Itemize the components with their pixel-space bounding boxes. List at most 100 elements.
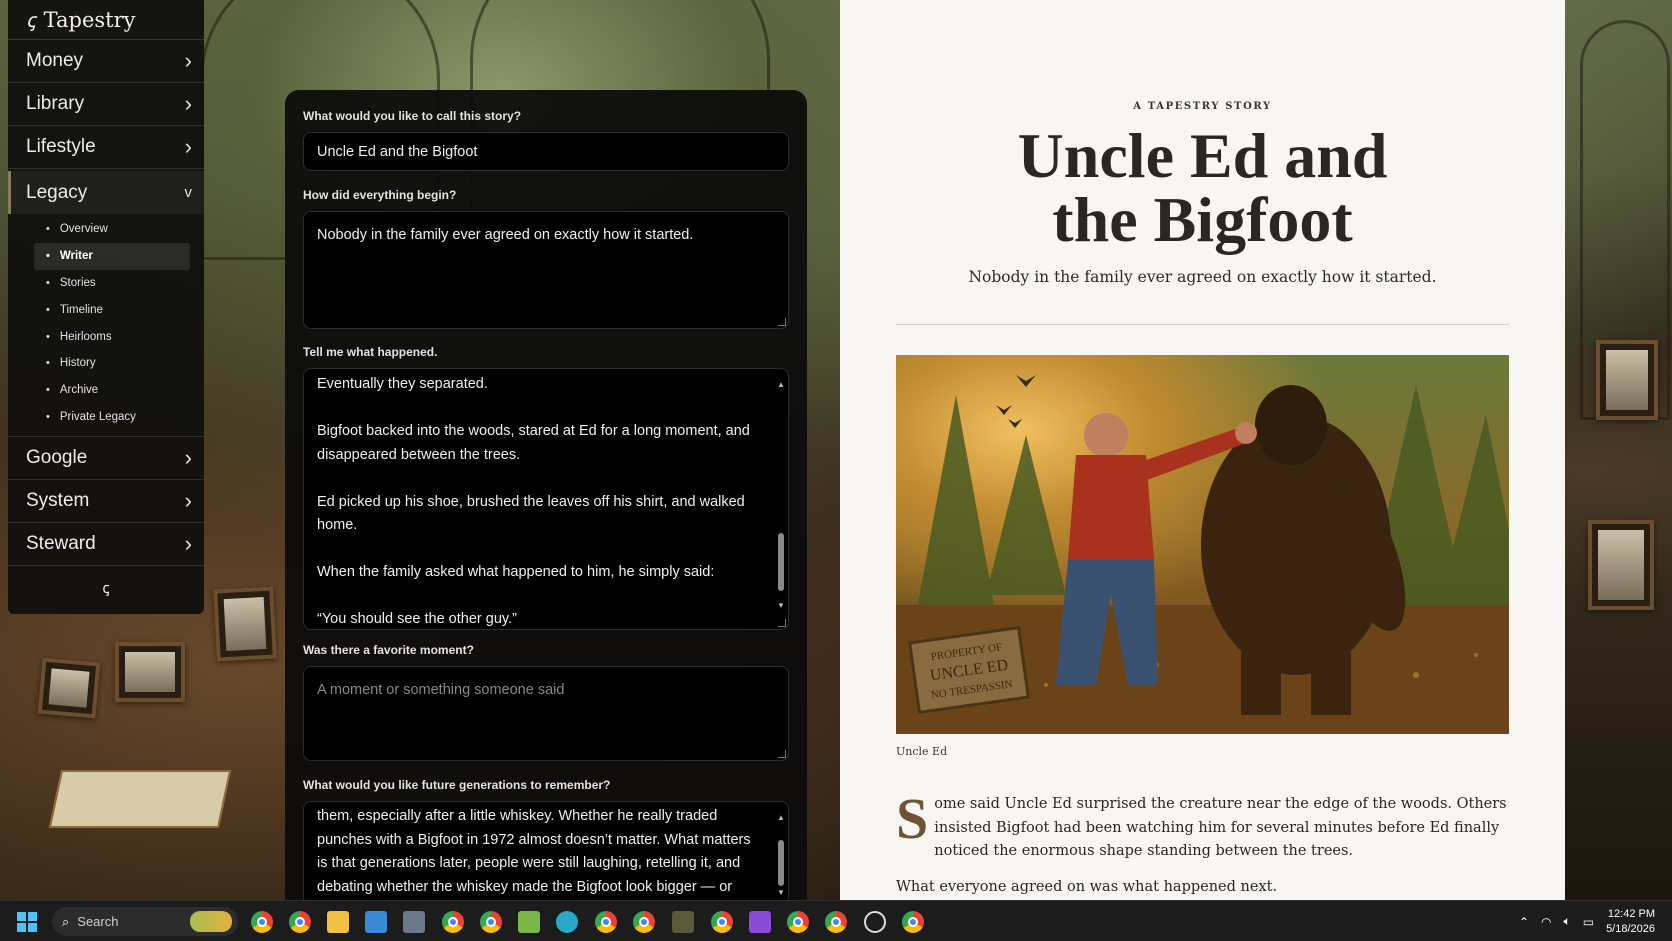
chrome-icon[interactable] <box>902 911 924 933</box>
happened-paragraph: “You should see the other guy.” <box>317 611 517 627</box>
story-paragraph: What everyone agreed on was what happene… <box>896 879 1278 895</box>
sidebar-item-label: Google <box>26 447 88 469</box>
story-writer-form: What would you like to call this story? … <box>285 90 807 941</box>
remember-field-label: What would you like future generations t… <box>303 778 611 792</box>
volume-icon[interactable]: 🔈︎ <box>1564 914 1571 929</box>
sidebar-item-legacy[interactable]: Legacy v <box>8 171 204 214</box>
edge-icon[interactable] <box>556 911 578 933</box>
story-kicker: A TAPESTRY STORY <box>1133 101 1272 112</box>
background-open-book <box>48 770 232 828</box>
battery-icon[interactable]: ▭ <box>1583 915 1594 929</box>
title-field-label: What would you like to call this story? <box>303 109 522 123</box>
clock[interactable]: 12:42 PM 5/18/2026 <box>1606 907 1672 937</box>
chatgpt-icon[interactable] <box>864 911 886 933</box>
brand[interactable]: ꞔ Tapestry <box>8 0 204 40</box>
chevron-right-icon: › <box>184 488 192 514</box>
chrome-icon[interactable] <box>251 911 273 933</box>
story-title-line: the Bigfoot <box>1052 184 1353 255</box>
scroll-up-icon[interactable]: ▲ <box>777 373 785 397</box>
chrome-icon[interactable] <box>633 911 655 933</box>
clock-time: 12:42 PM <box>1607 907 1655 920</box>
spreadsheet-icon[interactable] <box>518 911 540 933</box>
sidebar-item-label: Steward <box>26 533 96 555</box>
beginning-text: Nobody in the family ever agreed on exac… <box>317 227 694 243</box>
taskbar-search[interactable]: ⌕ Search <box>52 907 238 936</box>
story-title-input[interactable]: Uncle Ed and the Bigfoot <box>303 132 789 171</box>
taskbar: ⌕ Search ⌃ ◠ 🔈︎ ▭ 12:42 PM 5/18/2026 <box>0 900 1672 941</box>
happened-paragraph: When the family asked what happened to h… <box>317 564 715 580</box>
happened-paragraph: Ed picked up his shoe, brushed the leave… <box>317 493 745 534</box>
subnav-item-timeline[interactable]: Timeline <box>34 296 190 323</box>
story-title-line: Uncle Ed and <box>1017 120 1388 191</box>
sidebar-item-google[interactable]: Google › <box>8 437 204 481</box>
chrome-icon[interactable] <box>711 911 733 933</box>
tapestry-logo-icon: ꞔ <box>26 8 36 32</box>
beginning-textarea[interactable]: Nobody in the family ever agreed on exac… <box>303 211 789 329</box>
search-label: Search <box>77 914 119 929</box>
background-photo-frame <box>213 586 277 662</box>
windows-start-icon[interactable] <box>17 912 37 932</box>
resize-handle-icon[interactable] <box>778 750 786 758</box>
sidebar-item-label: Money <box>26 50 84 71</box>
subnav-item-overview[interactable]: Overview <box>34 216 190 243</box>
store-icon[interactable] <box>672 911 694 933</box>
happened-paragraph: Bigfoot backed into the woods, stared at… <box>317 423 750 463</box>
scroll-down-icon[interactable]: ▼ <box>777 594 785 618</box>
tapestry-mark-icon[interactable]: ꞔ <box>102 578 109 598</box>
system-tray: ⌃ ◠ 🔈︎ ▭ 12:42 PM 5/18/2026 <box>1519 901 1672 941</box>
subnav-item-archive[interactable]: Archive <box>34 377 190 404</box>
chevron-up-icon[interactable]: ⌃ <box>1519 915 1529 929</box>
chevron-right-icon: › <box>184 445 192 471</box>
resize-handle-icon[interactable] <box>778 619 786 627</box>
sidebar-item-label: Library <box>26 93 85 114</box>
chrome-icon[interactable] <box>595 911 617 933</box>
chevron-right-icon: › <box>184 134 192 159</box>
clock-date: 5/18/2026 <box>1606 922 1655 935</box>
subnav-item-stories[interactable]: Stories <box>34 270 190 297</box>
sidebar-item-lifestyle[interactable]: Lifestyle › <box>8 126 204 169</box>
subnav-item-writer[interactable]: Writer <box>34 242 190 270</box>
sidebar-footer: ꞔ <box>8 566 204 610</box>
story-illustration[interactable]: PROPERTY OF UNCLE ED NO TRESPASSIN <box>896 355 1509 734</box>
wifi-icon[interactable]: ◠ <box>1541 915 1551 929</box>
background-photo-frame <box>37 657 101 719</box>
textarea-scrollbar[interactable]: ▲ ▼ <box>777 806 785 902</box>
visual-studio-icon[interactable] <box>749 911 771 933</box>
chevron-right-icon: › <box>184 91 192 116</box>
sidebar-item-label: System <box>26 490 90 512</box>
search-highlight-icon <box>190 911 232 932</box>
sidebar-item-system[interactable]: System › <box>8 480 204 524</box>
notepad-icon[interactable] <box>365 911 387 933</box>
scrollbar-thumb[interactable] <box>778 533 784 591</box>
scrollbar-thumb[interactable] <box>778 840 784 886</box>
chrome-icon[interactable] <box>480 911 502 933</box>
sidebar-item-steward[interactable]: Steward › <box>8 523 204 567</box>
background-photo-frame <box>1588 520 1654 610</box>
file-explorer-icon[interactable] <box>327 911 349 933</box>
brand-name: Tapestry <box>43 7 136 32</box>
subnav-item-private-legacy[interactable]: Private Legacy <box>34 404 190 431</box>
sidebar-item-library[interactable]: Library › <box>8 83 204 126</box>
chrome-icon[interactable] <box>787 911 809 933</box>
search-icon: ⌕ <box>62 913 70 929</box>
chevron-down-icon: v <box>184 184 193 201</box>
chevron-right-icon: › <box>184 531 192 557</box>
scroll-up-icon[interactable]: ▲ <box>777 806 785 830</box>
moment-field-label: Was there a favorite moment? <box>303 643 474 657</box>
sidebar-item-money[interactable]: Money › <box>8 40 204 83</box>
textarea-scrollbar[interactable]: ▲ ▼ <box>777 373 785 615</box>
favorite-moment-textarea[interactable]: A moment or something someone said <box>303 666 789 761</box>
chrome-icon[interactable] <box>825 911 847 933</box>
subnav-item-history[interactable]: History <box>34 350 190 377</box>
moment-placeholder: A moment or something someone said <box>317 682 565 698</box>
calculator-icon[interactable] <box>403 911 425 933</box>
story-body: S ome said Uncle Ed surprised the creatu… <box>896 790 1509 864</box>
remember-textarea[interactable]: them, especially after a little whiskey.… <box>303 801 789 905</box>
happened-textarea[interactable]: Eventually they separated. Bigfoot backe… <box>303 368 789 630</box>
chrome-icon[interactable] <box>289 911 311 933</box>
resize-handle-icon[interactable] <box>778 318 786 326</box>
sidebar-item-label: Legacy <box>26 181 88 203</box>
chrome-icon[interactable] <box>442 911 464 933</box>
legacy-subnav: Overview Writer Stories Timeline Heirloo… <box>8 214 204 438</box>
subnav-item-heirlooms[interactable]: Heirlooms <box>34 323 190 350</box>
